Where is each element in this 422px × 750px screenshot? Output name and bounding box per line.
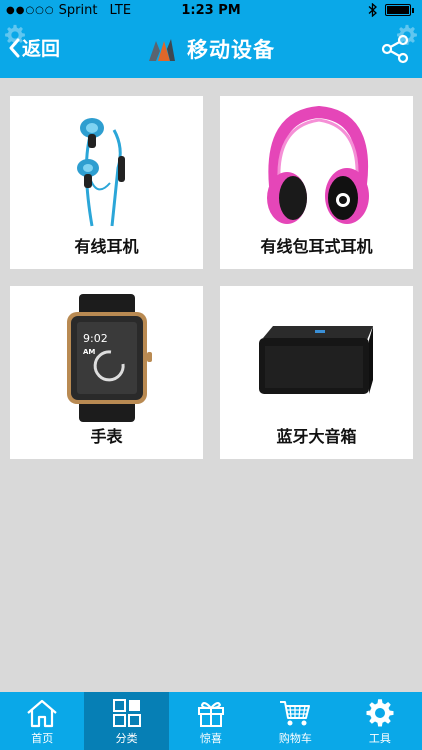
home-icon bbox=[27, 699, 57, 728]
category-icon bbox=[112, 699, 141, 727]
tab-label: 工具 bbox=[368, 732, 391, 745]
tab-label: 分类 bbox=[115, 732, 138, 745]
product-label: 有线耳机 bbox=[74, 237, 139, 256]
smartwatch-image: 9:02 AM bbox=[10, 294, 203, 422]
product-card-smartwatch[interactable]: 9:02 AM 手表 bbox=[10, 286, 203, 459]
bluetooth-speaker-image bbox=[220, 294, 413, 422]
product-label: 蓝牙大音箱 bbox=[276, 427, 357, 446]
bluetooth-icon bbox=[368, 3, 377, 17]
battery-icon bbox=[385, 4, 414, 16]
gear-icon bbox=[397, 24, 417, 45]
status-bar: ●●○○○ Sprint LTE 1:23 PM bbox=[0, 0, 422, 22]
watch-ampm-text: AM bbox=[83, 348, 95, 356]
tab-label: 惊喜 bbox=[200, 732, 223, 745]
tab-category[interactable]: 分类 bbox=[84, 692, 169, 750]
tab-home[interactable]: 首页 bbox=[0, 692, 84, 750]
tab-cart[interactable]: 购物车 bbox=[253, 692, 337, 750]
gear-icon bbox=[366, 699, 394, 727]
bottom-tab-bar: 首页 分类 惊喜 购物车 工具 bbox=[0, 692, 422, 750]
page-title: 移动设备 bbox=[187, 38, 275, 62]
tab-label: 购物车 bbox=[278, 732, 312, 745]
product-card-wired-earphones[interactable]: 有线耳机 bbox=[10, 96, 203, 269]
product-card-bluetooth-speaker[interactable]: 蓝牙大音箱 bbox=[220, 286, 413, 459]
wired-earphones-image bbox=[10, 104, 203, 232]
tab-tools[interactable]: 工具 bbox=[338, 692, 422, 750]
watch-time-text: 9:02 bbox=[83, 332, 108, 345]
gift-icon bbox=[198, 702, 225, 727]
tab-surprise[interactable]: 惊喜 bbox=[169, 692, 253, 750]
cart-icon bbox=[280, 701, 311, 726]
product-card-over-ear-headphones[interactable]: 有线包耳式耳机 bbox=[220, 96, 413, 269]
product-grid: 有线耳机 有线包耳式耳机 9:02 AM 手表 蓝牙大音箱 bbox=[10, 96, 413, 459]
tab-label: 首页 bbox=[31, 732, 54, 745]
status-time: 1:23 PM bbox=[181, 3, 241, 18]
brand-logo-icon bbox=[149, 39, 175, 61]
over-ear-headphones-image bbox=[220, 104, 413, 232]
product-label: 有线包耳式耳机 bbox=[260, 237, 373, 256]
nav-bar: 返回 移动设备 bbox=[0, 22, 422, 78]
product-label: 手表 bbox=[90, 427, 123, 446]
